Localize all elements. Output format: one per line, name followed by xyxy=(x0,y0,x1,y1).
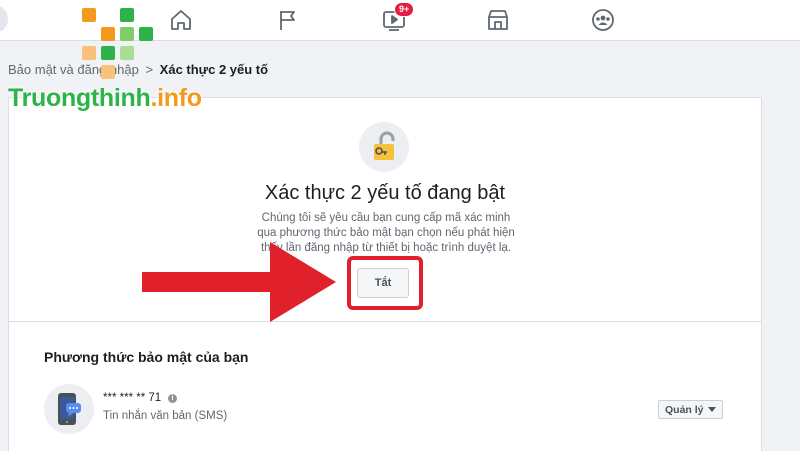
groups-icon[interactable] xyxy=(591,8,615,32)
profile-avatar-edge[interactable] xyxy=(0,6,8,32)
security-methods-title: Phương thức bảo mật của bạn xyxy=(44,349,249,365)
watch-icon[interactable]: 9+ xyxy=(382,2,415,32)
two-factor-settings-card: Xác thực 2 yếu tố đang bật Chúng tôi sẽ … xyxy=(8,97,762,451)
phone-sms-icon xyxy=(44,384,94,434)
annotation-arrow xyxy=(142,242,336,322)
unlocked-padlock-icon xyxy=(359,122,409,172)
manage-label: Quản lý xyxy=(665,403,704,416)
two-factor-status-heading: Xác thực 2 yếu tố đang bật xyxy=(264,182,506,204)
breadcrumb-current: Xác thực 2 yếu tố xyxy=(159,62,269,77)
marketplace-icon[interactable] xyxy=(486,8,510,32)
masked-phone-number: *** *** ** 71 xyxy=(103,392,162,404)
flag-icon[interactable] xyxy=(276,8,300,32)
watermark-text-orange: .info xyxy=(150,84,203,112)
watermark-text-green: Truongthinh xyxy=(8,84,151,112)
annotation-highlight-box xyxy=(347,256,423,310)
chevron-down-icon xyxy=(707,407,716,413)
home-icon[interactable] xyxy=(169,8,193,32)
watermark-logo-icon xyxy=(82,8,153,92)
manage-dropdown-button[interactable]: Quản lý xyxy=(658,400,723,419)
security-method-type: Tin nhắn văn bản (SMS) xyxy=(103,410,228,422)
watermark-logo-text: Truongthinh.info xyxy=(8,84,202,113)
section-divider xyxy=(9,321,761,322)
notification-badge: 9+ xyxy=(394,2,415,17)
info-icon[interactable]: i xyxy=(168,394,177,403)
